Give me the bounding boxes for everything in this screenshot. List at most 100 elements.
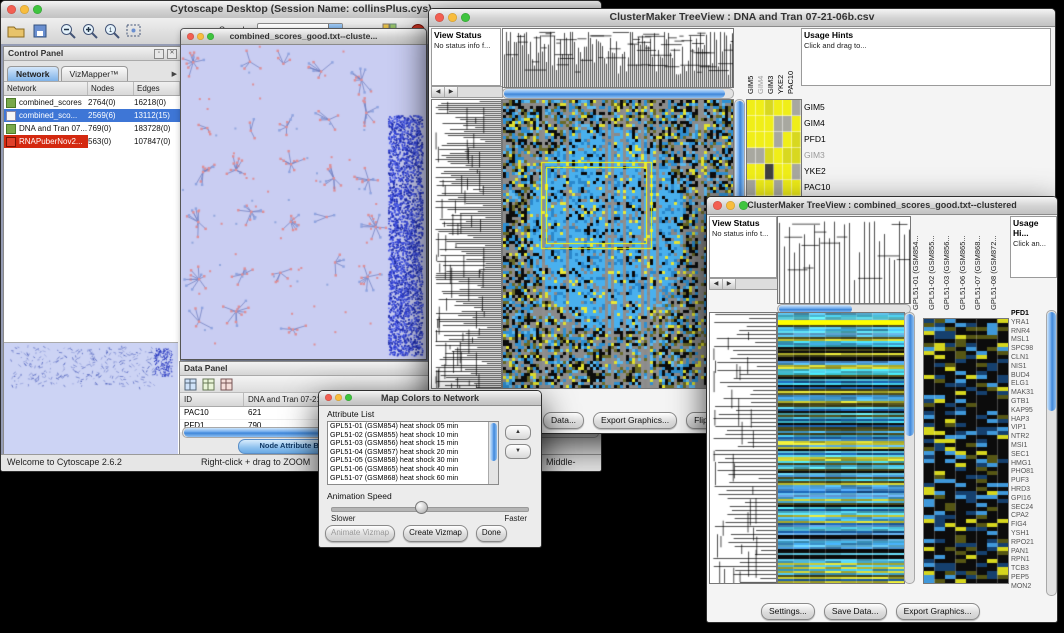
move-up-button[interactable]: ▲ (505, 425, 531, 440)
delete-attribute-icon[interactable] (220, 378, 233, 391)
gene-label[interactable]: FIG4 (1011, 521, 1034, 530)
column-label[interactable]: GIM3 (766, 28, 776, 94)
treeview2-titlebar[interactable]: ClusterMaker TreeView : combined_scores_… (707, 197, 1057, 215)
row-dendrogram[interactable] (431, 99, 502, 389)
gene-label[interactable]: CPA2 (1011, 512, 1034, 521)
zoom-out-icon[interactable] (59, 22, 77, 40)
gene-list-vscrollbar[interactable] (1046, 310, 1057, 596)
column-label[interactable]: GPL51-07 (GSM868... (973, 216, 989, 310)
control-panel-tab[interactable]: Network (7, 66, 59, 81)
scroll-left-icon[interactable]: ◀ (710, 279, 723, 289)
gene-label[interactable]: HMG1 (1011, 460, 1034, 469)
treeview1-button[interactable]: Export Graphics... (593, 412, 677, 429)
close-icon[interactable] (435, 13, 444, 22)
open-folder-icon[interactable] (7, 22, 25, 40)
gene-label[interactable]: GTB1 (1011, 398, 1034, 407)
gene-label[interactable]: MON2 (1011, 583, 1034, 592)
slider-handle[interactable] (415, 501, 428, 514)
treeview1-button[interactable]: Data... (543, 412, 584, 429)
gene-label[interactable]: SEC24 (1011, 504, 1034, 513)
attribute-list[interactable]: GPL51-01 (GSM854) heat shock 05 minGPL51… (327, 421, 499, 485)
network-list-row[interactable]: RNAPuberNov2... 563(0) 107847(0) (4, 135, 180, 148)
treeview2-button[interactable]: Settings... (761, 603, 815, 620)
minimize-icon[interactable] (448, 13, 457, 22)
gene-label[interactable]: NTR2 (1011, 433, 1034, 442)
row-dendrogram[interactable] (709, 312, 777, 584)
gene-label[interactable]: ELG1 (1011, 380, 1034, 389)
secondary-heatmap[interactable] (923, 318, 1009, 584)
gene-label[interactable]: PHO81 (1011, 468, 1034, 477)
treeview2-button[interactable]: Save Data... (824, 603, 887, 620)
gene-label[interactable]: RPO21 (1011, 539, 1034, 548)
column-label[interactable]: GPL51-06 (GSM865... (958, 216, 974, 310)
gene-label[interactable]: VIP1 (1011, 424, 1034, 433)
network-list-row[interactable]: DNA and Tran 07... 769(0) 183728(0) (4, 122, 180, 135)
column-label[interactable]: PAC10 (786, 28, 796, 94)
zoom-icon[interactable] (207, 33, 214, 40)
gene-label[interactable]: HAP3 (1011, 416, 1034, 425)
zoom-icon[interactable] (345, 394, 352, 401)
scrollbar-thumb[interactable] (490, 423, 497, 461)
mini-hscrollbar[interactable]: ◀ ▶ (431, 86, 503, 98)
scrollbar-thumb[interactable] (905, 314, 914, 436)
scroll-right-icon[interactable]: ▶ (445, 87, 458, 97)
expression-heatmap[interactable] (502, 99, 734, 389)
attribute-list-scrollbar[interactable] (488, 422, 498, 484)
scroll-right-icon[interactable]: ▶ (723, 279, 736, 289)
column-label[interactable]: GPL51-08 (GSM872... (989, 216, 1005, 310)
minimize-icon[interactable] (335, 394, 342, 401)
dialog-button[interactable]: Done (476, 525, 507, 542)
column-label[interactable]: GPL51-03 (GSM856... (942, 216, 958, 310)
scrollbar-thumb[interactable] (504, 89, 725, 98)
scrollbar-thumb[interactable] (1047, 312, 1056, 411)
mini-hscrollbar[interactable]: ◀ ▶ (709, 278, 779, 290)
gene-label[interactable]: SEC1 (1011, 451, 1034, 460)
gene-label[interactable]: YRA1 (1011, 319, 1034, 328)
gene-label[interactable]: GPI16 (1011, 495, 1034, 504)
dialog-titlebar[interactable]: Map Colors to Network (319, 391, 541, 406)
gene-label[interactable]: HRD3 (1011, 486, 1034, 495)
gene-label[interactable]: BUD4 (1011, 372, 1034, 381)
gene-label[interactable]: MSL1 (1011, 336, 1034, 345)
treeview2-button[interactable]: Export Graphics... (896, 603, 980, 620)
animation-speed-slider[interactable] (331, 507, 529, 512)
minimize-icon[interactable] (726, 201, 735, 210)
minimize-icon[interactable] (20, 5, 29, 14)
column-label[interactable]: GIM5 (746, 28, 756, 94)
gene-label[interactable]: RPN1 (1011, 556, 1034, 565)
gene-label[interactable]: PAN1 (1011, 548, 1034, 557)
column-dendrogram[interactable] (777, 216, 911, 304)
network-view-titlebar[interactable]: combined_scores_good.txt--cluste... (181, 29, 426, 45)
panel-close-icon[interactable]: ✕ (167, 49, 177, 59)
zoom-icon[interactable] (739, 201, 748, 210)
heatmap-hscrollbar[interactable] (502, 88, 734, 99)
dialog-button[interactable]: Animate Vizmap (325, 525, 395, 542)
close-icon[interactable] (713, 201, 722, 210)
treeview1-titlebar[interactable]: ClusterMaker TreeView : DNA and Tran 07-… (429, 9, 1055, 27)
panel-float-icon[interactable]: ▫ (154, 49, 164, 59)
close-icon[interactable] (325, 394, 332, 401)
gene-label[interactable]: KAP95 (1011, 407, 1034, 416)
select-attributes-icon[interactable] (184, 378, 197, 391)
row-label[interactable]: PFD1 (804, 131, 830, 147)
zoom-fit-icon[interactable] (125, 22, 143, 40)
row-label[interactable]: YKE2 (804, 163, 830, 179)
minimize-icon[interactable] (197, 33, 204, 40)
gene-label[interactable]: MAK31 (1011, 389, 1034, 398)
gene-label[interactable]: NIS1 (1011, 363, 1034, 372)
control-panel-tab[interactable]: VizMapper™ (61, 66, 128, 81)
gene-label[interactable]: PUF3 (1011, 477, 1034, 486)
scroll-left-icon[interactable]: ◀ (432, 87, 445, 97)
attribute-list-item[interactable]: GPL51-07 (GSM868) heat shock 60 min (328, 474, 498, 483)
gene-label[interactable]: YSH1 (1011, 530, 1034, 539)
close-icon[interactable] (187, 33, 194, 40)
gene-label[interactable]: TCB3 (1011, 565, 1034, 574)
zoom-icon[interactable] (461, 13, 470, 22)
network-list-row[interactable]: combined_scores 2764(0) 16218(0) (4, 96, 180, 109)
column-dendrogram[interactable] (502, 28, 734, 88)
column-label[interactable]: YKE2 (776, 28, 786, 94)
row-label[interactable]: PAC10 (804, 179, 830, 195)
dialog-button[interactable]: Create Vizmap (403, 525, 468, 542)
zoom-in-icon[interactable] (81, 22, 99, 40)
gene-label[interactable]: PFD1 (1011, 310, 1034, 319)
